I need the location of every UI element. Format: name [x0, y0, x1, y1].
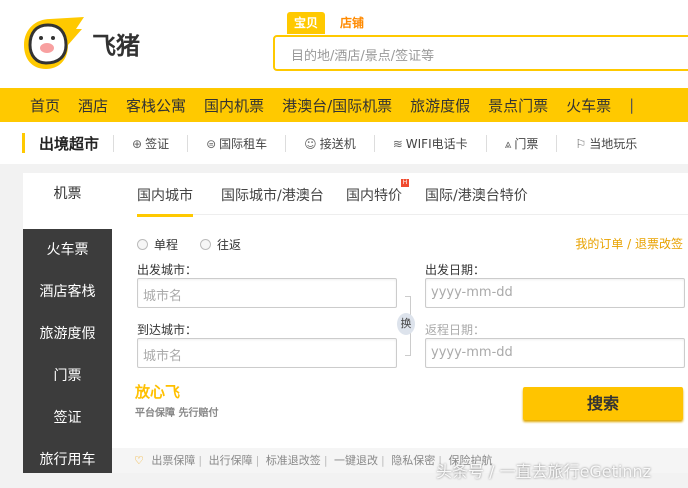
- accent-bar: [22, 133, 25, 153]
- subnav-item-local[interactable]: ⚐ 当地玩乐: [556, 134, 655, 152]
- nav-item[interactable]: 客栈公寓: [126, 95, 186, 116]
- header: 飞猪 宝贝 店铺 目的地/酒店/景点/签证等: [0, 0, 688, 88]
- radio-label: 单程: [154, 238, 179, 252]
- to-city-input[interactable]: 城市名: [137, 338, 397, 368]
- subnav-item-car[interactable]: ⊜ 国际租车: [187, 134, 285, 152]
- side-item[interactable]: 门票: [23, 355, 112, 397]
- subnav-label: 门票: [514, 136, 539, 151]
- tab-domestic[interactable]: 国内城市: [137, 185, 193, 217]
- radio-label: 往返: [217, 238, 242, 252]
- main-nav: 首页 酒店 客栈公寓 国内机票 港澳台/国际机票 旅游度假 景点门票 火车票 |: [0, 88, 688, 122]
- radio-circle[interactable]: [137, 239, 148, 250]
- subnav-item-visa[interactable]: ⊕ 签证: [113, 134, 187, 152]
- search-input[interactable]: 目的地/酒店/景点/签证等: [273, 35, 688, 71]
- wifi-icon: ≋: [392, 136, 403, 151]
- car-icon: ⊜: [206, 136, 217, 151]
- subnav-item-tickets[interactable]: ⩓ 门票: [485, 134, 557, 152]
- tab-international[interactable]: 国际城市/港澳台: [221, 185, 324, 205]
- tower-icon: ⩓: [504, 136, 512, 151]
- booking-panel: 机票 火车票 酒店客栈 旅游度假 门票 签证 旅行用车 国内城市 国际城市/港澳…: [23, 173, 688, 473]
- nav-item[interactable]: 旅游度假: [410, 95, 470, 116]
- orders-link[interactable]: 我的订单 / 退票改签: [575, 235, 683, 252]
- from-city-input[interactable]: 城市名: [137, 278, 397, 308]
- side-item[interactable]: 酒店客栈: [23, 271, 112, 313]
- side-item[interactable]: 旅游度假: [23, 313, 112, 355]
- return-date-input[interactable]: yyyy-mm-dd: [425, 338, 685, 368]
- nav-item[interactable]: 国内机票: [204, 95, 264, 116]
- subnav-label: 签证: [145, 136, 170, 151]
- subnav-label: 国际租车: [219, 136, 268, 151]
- guarantee-subtitle: 平台保障 先行赔付: [135, 408, 219, 419]
- globe-icon: ⊕: [132, 136, 143, 151]
- nav-item[interactable]: 酒店: [78, 95, 108, 116]
- nav-item[interactable]: 景点门票: [488, 95, 548, 116]
- radio-one-way[interactable]: 单程: [137, 236, 178, 253]
- watermark: 头条号 / 一直去旅行eGetinnz: [436, 462, 652, 481]
- nav-item[interactable]: 港澳台/国际机票: [282, 95, 392, 116]
- radio-round-trip[interactable]: 往返: [200, 236, 241, 253]
- from-label: 出发城市：: [137, 263, 198, 277]
- depart-date-input[interactable]: yyyy-mm-dd: [425, 278, 685, 308]
- footer-item: 隐私保密: [391, 454, 436, 467]
- footer-item: 出行保障: [208, 454, 253, 467]
- tab-international-deals[interactable]: 国际/港澳台特价: [425, 185, 528, 205]
- subnav-item-wifi[interactable]: ≋ WIFI电话卡: [373, 134, 486, 152]
- footer-item: 一键退改: [334, 454, 379, 467]
- guarantee-badge: 放心飞 平台保障 先行赔付: [135, 381, 218, 419]
- radio-circle[interactable]: [200, 239, 211, 250]
- flag-icon: ⚐: [575, 136, 587, 151]
- search-tab-shops[interactable]: 店铺: [333, 12, 371, 34]
- to-label: 到达城市：: [137, 323, 198, 337]
- swap-button[interactable]: 换: [397, 313, 415, 335]
- hot-badge: H: [401, 179, 409, 187]
- return-label: 返程日期：: [425, 323, 486, 337]
- subnav-label: WIFI电话卡: [405, 136, 468, 151]
- shuttle-icon: ☺: [304, 136, 317, 151]
- side-item[interactable]: 签证: [23, 397, 112, 439]
- footer-item: 出票保障: [151, 454, 196, 467]
- side-menu: 火车票 酒店客栈 旅游度假 门票 签证 旅行用车: [23, 229, 112, 473]
- search-tab-items[interactable]: 宝贝: [287, 12, 326, 34]
- footer-item: 标准退改签: [265, 454, 321, 467]
- sub-nav: 出境超市 ⊕ 签证 ⊜ 国际租车 ☺ 接送机 ≋ WIFI电话卡 ⩓ 门票 ⚐ 当地玩乐: [0, 122, 688, 164]
- side-item-flights[interactable]: 机票: [23, 173, 112, 229]
- nav-item[interactable]: 首页: [30, 95, 60, 116]
- subnav-label: 当地玩乐: [589, 136, 638, 151]
- subnav-label: 接送机: [319, 136, 356, 151]
- logo-text: 飞猪: [92, 32, 140, 60]
- flight-tabs: 国内城市 国际城市/港澳台 国内特价 H 国际/港澳台特价: [137, 173, 688, 217]
- nav-item[interactable]: 火车票: [566, 95, 611, 116]
- side-item[interactable]: 火车票: [23, 229, 112, 271]
- shield-icon: ♡: [134, 454, 144, 467]
- subnav-title: 出境超市: [39, 134, 100, 153]
- depart-label: 出发日期：: [425, 263, 486, 277]
- nav-divider: |: [629, 96, 635, 114]
- search-button[interactable]: 搜索: [523, 387, 683, 420]
- tab-domestic-deals[interactable]: 国内特价: [346, 185, 402, 205]
- subnav-item-shuttle[interactable]: ☺ 接送机: [285, 134, 374, 152]
- guarantee-title: 放心飞: [135, 383, 181, 401]
- side-item[interactable]: 旅行用车: [23, 439, 112, 481]
